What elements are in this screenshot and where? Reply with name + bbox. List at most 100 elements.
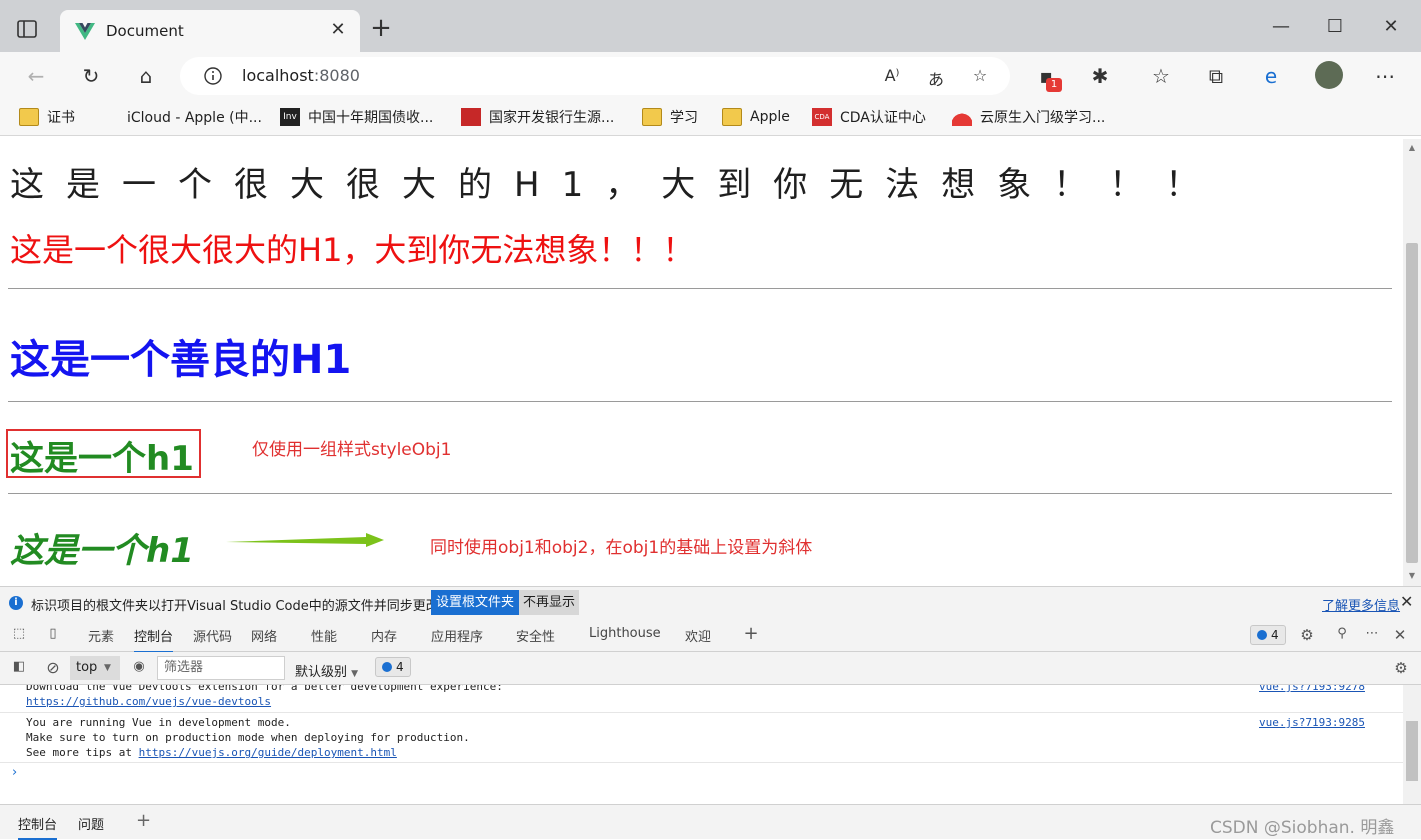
add-tab-icon[interactable]: + [742, 623, 760, 644]
tab-application[interactable]: 应用程序 [431, 626, 483, 645]
folder-icon [642, 108, 662, 126]
address-bar[interactable]: localhost:8080 A⁾ あ ☆ [180, 57, 1010, 95]
console-settings-icon[interactable]: ⚙ [1392, 659, 1410, 677]
add-favorite-icon[interactable]: ☆ [968, 66, 992, 88]
clear-console-icon[interactable]: ⊘ [44, 658, 62, 677]
tab-elements[interactable]: 元素 [88, 626, 114, 645]
minimize-button[interactable]: — [1268, 14, 1294, 40]
edge-icon[interactable]: e [1257, 62, 1285, 90]
sidebar-toggle-icon[interactable] [16, 18, 38, 40]
scroll-up-icon[interactable]: ▲ [1403, 141, 1421, 155]
settings-gear-icon[interactable]: ⚙ [1298, 626, 1316, 644]
messages-badge[interactable]: 4 [375, 657, 411, 677]
tab-sources[interactable]: 源代码 [193, 626, 232, 645]
scroll-thumb[interactable] [1406, 243, 1418, 563]
source-link[interactable]: vue.js?7193:9278 [1259, 685, 1365, 694]
folder-icon [722, 108, 742, 126]
log-levels-dropdown[interactable]: 默认级别 ▼ [295, 661, 358, 680]
refresh-button[interactable]: ↻ [77, 62, 105, 90]
collections-icon[interactable]: ⧉ [1202, 62, 1230, 90]
bookmark-item[interactable]: 学习 [642, 106, 698, 128]
drawer-tab-issues[interactable]: 问题 [78, 814, 104, 833]
issues-badge[interactable]: 4 [1250, 625, 1286, 645]
annotation-note: 仅使用一组样式styleObj1 [252, 440, 452, 460]
drawer-tab-console[interactable]: 控制台 [18, 814, 58, 840]
bookmark-item[interactable]: iCloud - Apple (中... [101, 106, 262, 128]
apple-icon [101, 108, 119, 126]
tab-security[interactable]: 安全性 [516, 626, 555, 645]
devtools-drawer: 控制台 问题 + CSDN @Siobhan. 明鑫 [0, 804, 1421, 840]
browser-tab-bar: Document ✕ + — ☐ ✕ [0, 0, 1421, 52]
info-icon: i [9, 596, 23, 610]
device-emulation-icon[interactable]: ▯ [44, 626, 62, 644]
chevron-down-icon: ▼ [104, 663, 111, 673]
home-button[interactable]: ⌂ [132, 62, 160, 90]
url-text[interactable]: localhost:8080 [242, 66, 360, 85]
more-options-icon[interactable]: ⋯ [1363, 626, 1381, 644]
message-icon [382, 662, 392, 672]
message-icon [1257, 630, 1267, 640]
customize-icon[interactable]: ⚲ [1333, 626, 1351, 644]
new-tab-button[interactable]: + [368, 15, 394, 42]
console-link[interactable]: https://vuejs.org/guide/deployment.html [139, 746, 397, 759]
chevron-down-icon: ▼ [351, 669, 359, 679]
heading-red: 这是一个很大很大的H1，大到你无法想象！！！ [10, 231, 695, 269]
scroll-thumb[interactable] [1406, 721, 1418, 781]
tab-network[interactable]: 网络 [251, 626, 277, 645]
arrow-icon [226, 533, 384, 547]
bookmark-item[interactable]: 国家开发银行生源... [461, 106, 614, 128]
translate-icon[interactable]: あ [924, 66, 948, 89]
sidebar-toggle-icon[interactable]: ◧ [10, 659, 28, 677]
heading-spaced: 这是一个很大很大的H1，大到你无法想象！！！ [10, 165, 1222, 205]
learn-more-link[interactable]: 了解更多信息 [1322, 595, 1400, 614]
browser-tab[interactable]: Document ✕ [60, 10, 360, 52]
console-scrollbar[interactable] [1403, 685, 1421, 804]
close-devtools-icon[interactable]: ✕ [1391, 626, 1409, 644]
scroll-down-icon[interactable]: ▼ [1403, 569, 1421, 583]
divider [8, 288, 1392, 289]
avatar[interactable] [1315, 61, 1343, 89]
more-menu-icon[interactable]: ⋯ [1371, 62, 1399, 90]
bookmark-item[interactable]: 证书 [19, 106, 75, 128]
bookmark-item[interactable]: CDA CDA认证中心 [812, 106, 926, 128]
eye-icon[interactable]: ◉ [130, 659, 148, 677]
inspect-element-icon[interactable]: ⬚ [10, 626, 28, 644]
close-window-button[interactable]: ✕ [1378, 14, 1404, 40]
vue-logo-icon [75, 23, 95, 40]
divider [8, 493, 1392, 494]
set-root-folder-button[interactable]: 设置根文件夹 [431, 590, 520, 615]
maximize-button[interactable]: ☐ [1322, 14, 1348, 40]
source-link[interactable]: vue.js?7193:9285 [1259, 715, 1365, 730]
filter-input[interactable]: 筛选器 [157, 656, 285, 680]
read-aloud-icon[interactable]: A⁾ [880, 66, 904, 88]
tab-welcome[interactable]: 欢迎 [685, 626, 711, 645]
tab-performance[interactable]: 性能 [311, 626, 337, 645]
watermark: CSDN @Siobhan. 明鑫 [1210, 818, 1395, 838]
huawei-icon [952, 108, 972, 126]
devtools-tab-bar: ⬚ ▯ 元素 控制台 源代码 网络 性能 内存 应用程序 安全性 Lightho… [0, 618, 1421, 653]
dont-show-again-button[interactable]: 不再显示 [519, 590, 580, 615]
close-icon[interactable]: ✕ [1400, 592, 1413, 611]
devtools-infobar: i 标识项目的根文件夹以打开Visual Studio Code中的源文件并同步… [0, 586, 1421, 618]
favorites-icon[interactable]: ☆ [1147, 62, 1175, 90]
site-info-icon[interactable] [202, 65, 224, 87]
page-scrollbar[interactable]: ▲ ▼ [1403, 139, 1421, 586]
bookmark-item[interactable]: 云原生入门级学习... [952, 106, 1105, 128]
back-button[interactable]: ← [22, 62, 50, 90]
highlight-box [6, 429, 201, 478]
extensions-puzzle-icon[interactable]: ✱ [1086, 62, 1114, 90]
bookmark-item[interactable]: Inv 中国十年期国债收... [280, 106, 433, 128]
bookmark-item[interactable]: Apple [722, 106, 790, 128]
tab-console[interactable]: 控制台 [134, 626, 174, 653]
divider [8, 401, 1392, 402]
console-prompt-icon[interactable]: › [12, 765, 17, 780]
infobar-message: 标识项目的根文件夹以打开Visual Studio Code中的源文件并同步更改… [31, 599, 452, 614]
console-message: Download the Vue Devtools extension for … [0, 685, 1403, 713]
console-link[interactable]: https://github.com/vuejs/vue-devtools [26, 695, 271, 708]
tab-memory[interactable]: 内存 [371, 626, 397, 645]
add-drawer-tab-icon[interactable]: + [136, 810, 151, 831]
close-tab-icon[interactable]: ✕ [328, 20, 348, 40]
tab-lighthouse[interactable]: Lighthouse [589, 626, 661, 641]
context-selector[interactable]: top ▼ [70, 656, 120, 680]
folder-icon [19, 108, 39, 126]
